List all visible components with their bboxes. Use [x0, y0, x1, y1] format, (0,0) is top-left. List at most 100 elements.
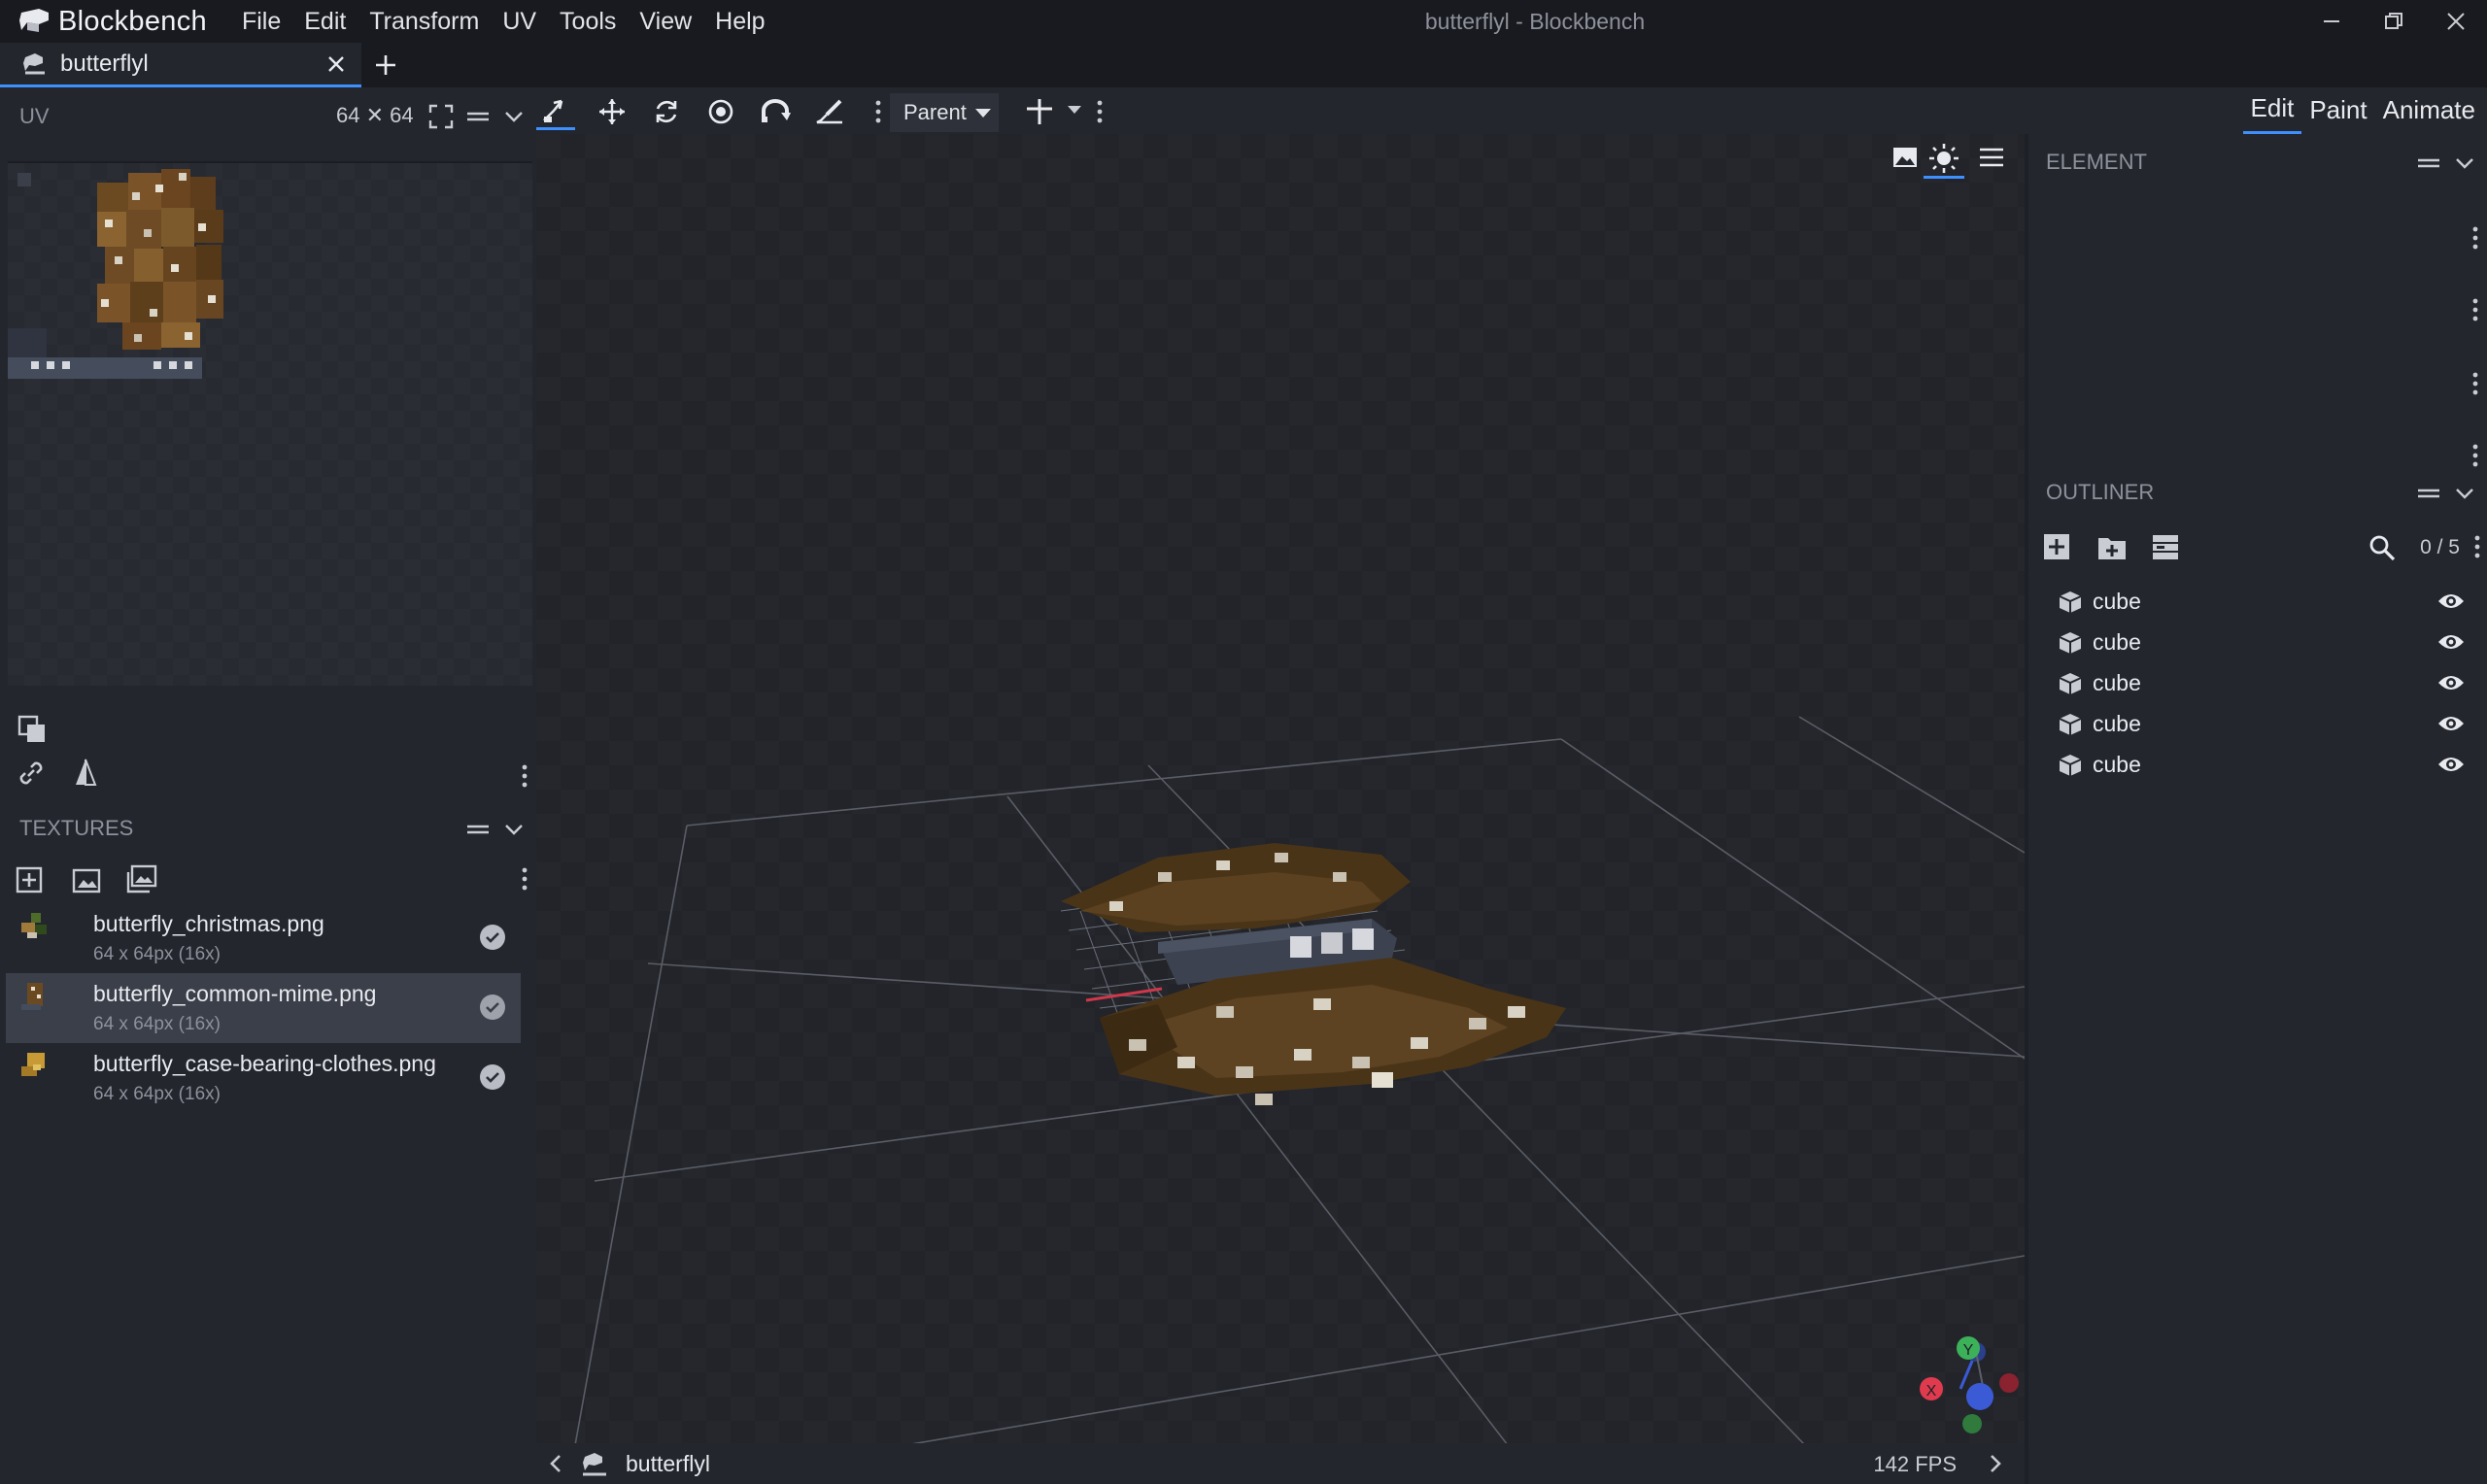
eye-icon[interactable]: [2436, 590, 2466, 613]
add-texture-icon[interactable]: [14, 862, 49, 897]
restore-button[interactable]: [2363, 0, 2425, 43]
sort-icon[interactable]: [2151, 532, 2180, 561]
gizmo-x-label: X: [1926, 1383, 1937, 1400]
uv-wing-pixels: [97, 169, 223, 350]
panel-menu-icon[interactable]: [2415, 480, 2442, 507]
outliner-row-cube[interactable]: cube: [2028, 703, 2487, 744]
eye-icon[interactable]: [2436, 753, 2466, 776]
link-icon[interactable]: [14, 756, 49, 791]
left-sidebar: UV 64 ✕ 64 TEXTURES butterfly_christmas.…: [0, 87, 536, 1484]
snap-button[interactable]: [1020, 93, 1059, 130]
pivot-mode-select[interactable]: Parent: [890, 93, 999, 132]
outliner-toolbar: 0 / 5: [2028, 523, 2487, 571]
blockbench-logo-icon: [19, 9, 49, 32]
3d-viewport[interactable]: Y X: [536, 134, 2025, 1443]
mode-tab-paint[interactable]: Paint: [2301, 87, 2374, 134]
chevron-right-icon[interactable]: [1986, 1453, 2005, 1474]
eye-icon[interactable]: [2436, 671, 2466, 694]
lighting-toggle[interactable]: [1924, 138, 1964, 179]
outliner-row-cube[interactable]: cube: [2028, 581, 2487, 622]
new-tab-button[interactable]: [361, 43, 410, 87]
uv-size-label[interactable]: 64 ✕ 64: [336, 103, 414, 128]
sun-icon: [1929, 144, 1959, 173]
model-icon: [23, 52, 45, 74]
more-options-icon[interactable]: [874, 99, 882, 124]
outliner-list: cube cube cube cube cube: [2028, 581, 2487, 785]
outliner-row-label: cube: [2093, 752, 2141, 777]
texture-item[interactable]: butterfly_common-mime.png 64 x 64px (16x…: [6, 973, 521, 1043]
tab-label: butterflyl: [60, 50, 149, 77]
eye-icon[interactable]: [2436, 712, 2466, 735]
chevron-down-icon[interactable]: [2454, 480, 2475, 507]
crosshair-icon: [1027, 99, 1052, 124]
check-circle-icon[interactable]: [478, 923, 507, 952]
eye-icon[interactable]: [2436, 630, 2466, 654]
outliner-row-cube[interactable]: cube: [2028, 744, 2487, 785]
mode-tab-edit[interactable]: Edit: [2242, 87, 2302, 134]
image-icon[interactable]: [1891, 144, 1919, 171]
rotate-button[interactable]: [647, 93, 686, 130]
caret-down-icon[interactable]: [1067, 103, 1082, 117]
add-group-icon[interactable]: [2096, 532, 2128, 561]
add-cube-icon[interactable]: [2042, 532, 2071, 561]
menu-edit[interactable]: Edit: [292, 0, 358, 43]
uv-editor-canvas[interactable]: [8, 161, 532, 686]
chevron-down-icon[interactable]: [503, 816, 525, 843]
mode-tabs: Edit Paint Animate: [2242, 87, 2483, 134]
plus-icon: [376, 55, 395, 75]
more-options-icon[interactable]: [2471, 371, 2479, 396]
texture-thumbnail: [21, 1053, 45, 1076]
close-window-button[interactable]: [2425, 0, 2487, 43]
outliner-row-label: cube: [2093, 670, 2141, 695]
more-options-icon[interactable]: [2471, 297, 2479, 322]
panel-menu-icon[interactable]: [464, 103, 492, 130]
viewport-scene: Y X: [574, 716, 2025, 1443]
more-options-icon[interactable]: [2473, 534, 2481, 559]
move-icon: [599, 99, 625, 124]
pivot-button[interactable]: [701, 93, 740, 130]
texture-gallery-icon[interactable]: [124, 862, 159, 897]
outliner-row-cube[interactable]: cube: [2028, 662, 2487, 703]
chevron-down-icon[interactable]: [2454, 150, 2475, 177]
mirror-icon[interactable]: [68, 756, 103, 791]
import-texture-icon[interactable]: [70, 862, 105, 897]
copy-paste-icon[interactable]: [16, 713, 51, 748]
tab-butterflyl[interactable]: butterflyl: [0, 43, 361, 87]
panel-menu-icon[interactable]: [464, 816, 492, 843]
more-options-icon[interactable]: [2471, 443, 2479, 468]
texture-meta: 64 x 64px (16x): [93, 944, 221, 964]
outliner-row-cube[interactable]: cube: [2028, 622, 2487, 662]
menu-uv[interactable]: UV: [491, 0, 548, 43]
chevron-down-icon[interactable]: [503, 103, 525, 130]
paint-tool-button[interactable]: [810, 93, 849, 130]
more-options-icon[interactable]: [521, 763, 528, 789]
fullscreen-icon[interactable]: [427, 103, 455, 130]
search-icon[interactable]: [2368, 534, 2396, 561]
menu-tools[interactable]: Tools: [548, 0, 628, 43]
texture-name: butterfly_christmas.png: [93, 911, 324, 936]
model-icon: [583, 1453, 606, 1476]
menu-transform[interactable]: Transform: [358, 0, 491, 43]
more-options-icon[interactable]: [521, 866, 528, 892]
chevron-left-icon[interactable]: [546, 1453, 565, 1474]
move-tool-button[interactable]: [536, 93, 575, 130]
close-tab-icon[interactable]: [323, 51, 350, 78]
minimize-button[interactable]: [2300, 0, 2363, 43]
menu-file[interactable]: File: [230, 0, 292, 43]
mode-tab-animate[interactable]: Animate: [2375, 87, 2483, 134]
pivot-mode-value: Parent: [903, 100, 967, 124]
menu-view[interactable]: View: [628, 0, 703, 43]
texture-item[interactable]: butterfly_christmas.png 64 x 64px (16x): [6, 903, 521, 973]
panel-menu-icon[interactable]: [2415, 150, 2442, 177]
menu-help[interactable]: Help: [703, 0, 776, 43]
check-circle-icon[interactable]: [478, 993, 507, 1022]
viewport-menu-icon[interactable]: [1978, 144, 2005, 171]
more-options-icon[interactable]: [2471, 225, 2479, 251]
move-button[interactable]: [593, 93, 631, 130]
texture-item[interactable]: butterfly_case-bearing-clothes.png 64 x …: [6, 1043, 521, 1113]
brush-icon: [816, 99, 842, 124]
vertex-snap-button[interactable]: [756, 93, 795, 130]
check-circle-icon[interactable]: [478, 1062, 507, 1092]
right-sidebar: ELEMENT OUTLINER 0 / 5 cube cube cube cu…: [2028, 134, 2487, 1484]
more-options-icon[interactable]: [1096, 99, 1104, 124]
